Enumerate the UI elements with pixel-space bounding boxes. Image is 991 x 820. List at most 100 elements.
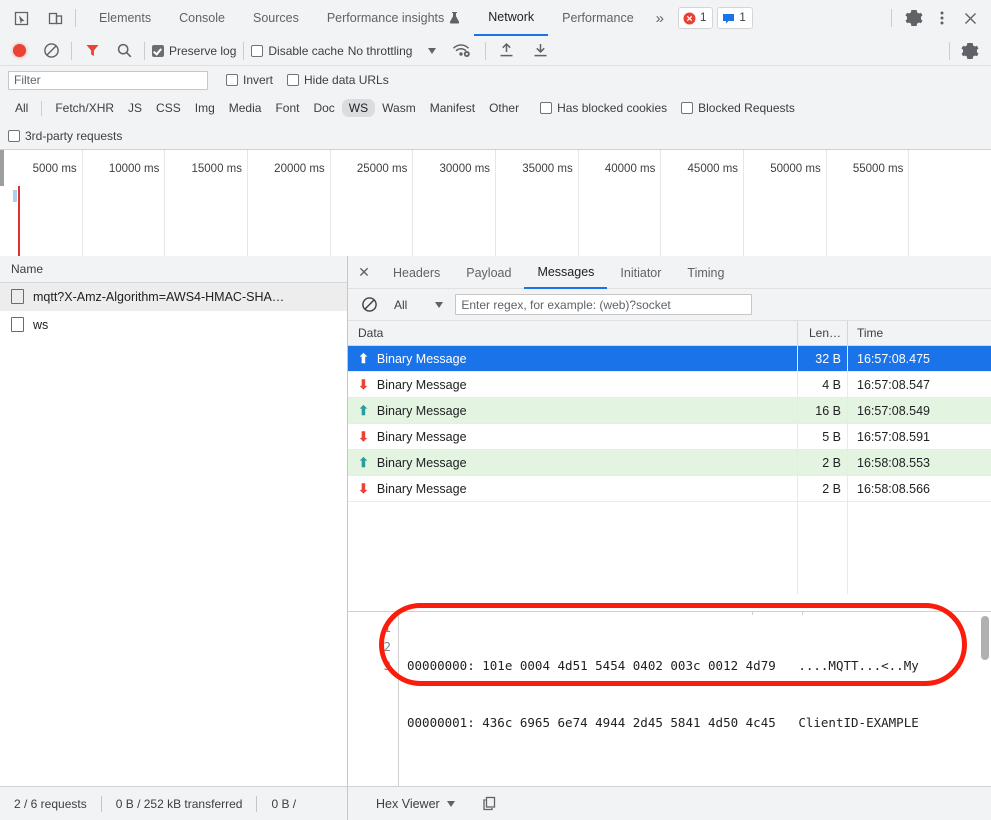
messages-column-time[interactable]: Time — [848, 321, 991, 345]
import-har-icon[interactable] — [493, 38, 519, 64]
tab-initiator-label: Initiator — [620, 265, 662, 280]
badge-group: 1 1 — [678, 7, 753, 29]
type-filter-ws[interactable]: WS — [341, 99, 376, 117]
invert-checkbox[interactable]: Invert — [226, 73, 273, 87]
preserve-log-checkbox[interactable]: Preserve log — [152, 44, 236, 58]
requests-column-header-name: Name — [11, 262, 44, 276]
blocked-requests-box — [681, 102, 694, 114]
tab-console[interactable]: Console — [165, 0, 239, 36]
overview-left-handle[interactable] — [0, 150, 4, 186]
tab-headers[interactable]: Headers — [380, 256, 453, 289]
type-filter-all[interactable]: All — [8, 99, 35, 117]
error-badge[interactable]: 1 — [678, 7, 714, 29]
third-party-requests-checkbox[interactable]: 3rd-party requests — [8, 129, 122, 143]
overview-request-bar — [13, 190, 17, 202]
hex-dump-line: 00000000: 101e 0004 4d51 5454 0402 003c … — [407, 658, 919, 673]
tab-initiator[interactable]: Initiator — [607, 256, 674, 289]
network-conditions-icon[interactable] — [452, 42, 471, 59]
filter-input[interactable] — [8, 70, 208, 90]
more-options-icon[interactable] — [929, 5, 955, 31]
tab-performance[interactable]: Performance — [548, 0, 648, 36]
message-row[interactable]: ⬇ Binary Message 5 B 16:57:08.591 — [348, 424, 991, 450]
request-row-ws[interactable]: ws — [0, 311, 347, 339]
timeline-cell: 45000 ms — [661, 150, 745, 256]
clear-button[interactable] — [38, 38, 64, 64]
type-filter-js[interactable]: JS — [121, 99, 149, 117]
request-row-mqtt[interactable]: mqtt?X-Amz-Algorithm=AWS4-HMAC-SHA… — [0, 283, 347, 311]
copy-icon[interactable] — [477, 791, 503, 817]
tab-messages[interactable]: Messages — [524, 256, 608, 289]
disable-cache-checkbox[interactable]: Disable cache — [251, 44, 344, 58]
blocked-requests-checkbox[interactable]: Blocked Requests — [681, 101, 795, 115]
tab-sources[interactable]: Sources — [239, 0, 313, 36]
type-filter-font[interactable]: Font — [268, 99, 306, 117]
hex-viewer-panel[interactable]: 1 2 3 00000000: 101e 0004 4d51 5454 0402… — [348, 611, 991, 786]
type-filter-manifest[interactable]: Manifest — [423, 99, 482, 117]
clear-messages-icon[interactable] — [356, 292, 382, 318]
inspect-cursor-icon[interactable] — [8, 5, 34, 31]
message-row[interactable]: ⬇ Binary Message 4 B 16:57:08.547 — [348, 372, 991, 398]
timeline-cell: 30000 ms — [413, 150, 497, 256]
hex-dump-line: 00000001: 436c 6965 6e74 4944 2d45 5841 … — [407, 715, 919, 730]
tab-elements[interactable]: Elements — [85, 0, 165, 36]
network-timeline-overview[interactable]: 5000 ms 10000 ms 15000 ms 20000 ms 25000… — [0, 150, 991, 257]
hide-data-urls-box — [287, 74, 300, 86]
messages-column-data[interactable]: Data — [348, 321, 798, 345]
close-devtools-icon[interactable] — [957, 5, 983, 31]
message-row[interactable]: ⬆ Binary Message 2 B 16:58:08.553 — [348, 450, 991, 476]
tab-performance-insights[interactable]: Performance insights — [313, 0, 474, 36]
message-row[interactable]: ⬆ Binary Message 32 B 16:57:08.475 — [348, 346, 991, 372]
message-row[interactable]: ⬇ Binary Message 2 B 16:58:08.566 — [348, 476, 991, 502]
timeline-tick-label: 5000 ms — [32, 163, 77, 175]
timeline-cell: 15000 ms — [165, 150, 249, 256]
message-length-cell: 2 B — [798, 476, 848, 501]
tab-performance-insights-label: Performance insights — [326, 11, 445, 25]
tab-timing[interactable]: Timing — [674, 256, 737, 289]
tab-payload[interactable]: Payload — [453, 256, 524, 289]
message-data-text: Binary Message — [376, 455, 467, 470]
tabstrip-divider — [75, 9, 76, 27]
has-blocked-cookies-checkbox[interactable]: Has blocked cookies — [540, 101, 667, 115]
messages-regex-input[interactable] — [455, 294, 753, 315]
record-button[interactable] — [6, 38, 32, 64]
type-filter-wasm[interactable]: Wasm — [375, 99, 423, 117]
timeline-tick-label: 10000 ms — [108, 163, 160, 175]
type-filter-media[interactable]: Media — [222, 99, 269, 117]
tab-messages-label: Messages — [537, 264, 595, 279]
close-detail-icon[interactable]: ✕ — [348, 256, 380, 288]
requests-column-header[interactable]: Name — [0, 256, 347, 283]
message-row[interactable]: ⬆ Binary Message 16 B 16:57:08.549 — [348, 398, 991, 424]
tab-network[interactable]: Network — [474, 0, 549, 36]
viewer-mode-dropdown[interactable]: Hex Viewer — [376, 797, 455, 811]
arrow-up-icon: ⬆ — [358, 351, 369, 366]
network-settings-gear-icon[interactable] — [957, 38, 983, 64]
messages-empty-data-col — [348, 502, 798, 594]
message-data-cell: ⬇ Binary Message — [348, 372, 798, 397]
type-filter-other[interactable]: Other — [482, 99, 526, 117]
hex-scrollbar-thumb[interactable] — [981, 616, 989, 660]
timeline-tick-label: 20000 ms — [274, 163, 325, 175]
type-filter-img[interactable]: Img — [188, 99, 222, 117]
message-badge[interactable]: 1 — [717, 7, 753, 29]
message-time-cell: 16:58:08.553 — [857, 455, 930, 470]
export-har-icon[interactable] — [527, 38, 553, 64]
type-filter-fetch-xhr[interactable]: Fetch/XHR — [48, 99, 121, 117]
settings-gear-icon[interactable] — [901, 5, 927, 31]
type-filter-css[interactable]: CSS — [149, 99, 188, 117]
type-filter-doc[interactable]: Doc — [306, 99, 341, 117]
filter-button[interactable] — [79, 38, 105, 64]
filter-row: Invert Hide data URLs — [0, 66, 991, 94]
tab-network-label: Network — [488, 10, 535, 24]
chevron-down-icon[interactable] — [428, 47, 437, 54]
hide-data-urls-checkbox[interactable]: Hide data URLs — [287, 73, 389, 87]
message-time-cell: 16:57:08.591 — [857, 429, 930, 444]
hex-dump-lines[interactable]: 00000000: 101e 0004 4d51 5454 0402 003c … — [407, 618, 919, 786]
throttling-value[interactable]: No throttling — [348, 44, 413, 58]
messages-column-length[interactable]: Len… — [798, 321, 848, 345]
message-length-cell: 32 B — [798, 346, 848, 371]
search-button[interactable] — [111, 38, 137, 64]
device-toolbar-icon[interactable] — [42, 5, 68, 31]
message-type-filter[interactable]: All — [394, 298, 444, 312]
document-icon — [11, 289, 24, 304]
more-tabs-button[interactable]: » — [648, 0, 676, 36]
